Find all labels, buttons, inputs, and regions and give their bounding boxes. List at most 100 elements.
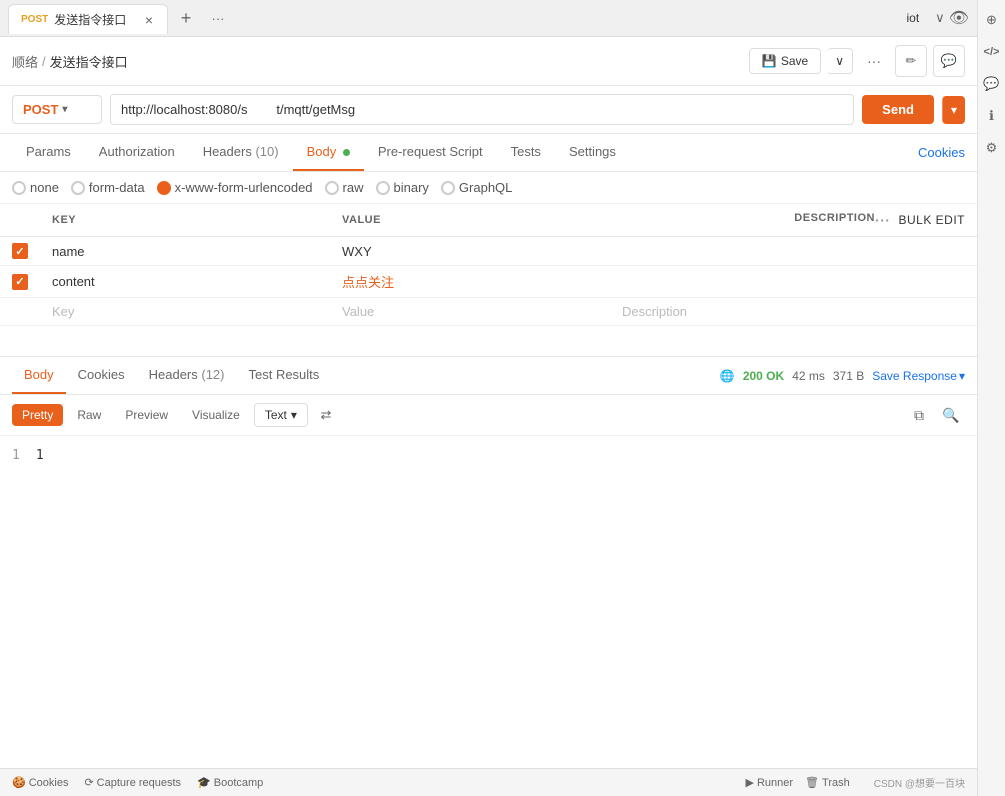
- radio-binary-label: binary: [394, 180, 429, 195]
- send-dropdown-button[interactable]: ▾: [942, 96, 965, 124]
- bootcamp-icon: 🎓: [197, 776, 211, 789]
- response-tab-cookies[interactable]: Cookies: [66, 357, 137, 394]
- response-tab-tests[interactable]: Test Results: [236, 357, 331, 394]
- tab-iot-label[interactable]: iot: [894, 7, 931, 29]
- url-input[interactable]: [110, 94, 854, 125]
- cookies-link[interactable]: Cookies: [918, 145, 965, 160]
- radio-urlencoded-circle: [157, 181, 171, 195]
- row1-desc-cell: [610, 237, 977, 266]
- empty-check-cell: [0, 298, 40, 326]
- save-dropdown-button[interactable]: ∨: [827, 48, 853, 74]
- sidebar-icon-info[interactable]: ℹ: [980, 104, 1004, 128]
- radio-graphql-circle: [441, 181, 455, 195]
- sidebar-icon-new[interactable]: ⊕: [980, 8, 1004, 32]
- radio-graphql[interactable]: GraphQL: [441, 180, 512, 195]
- bulk-edit-button[interactable]: Bulk Edit: [898, 213, 965, 227]
- table-more-icon[interactable]: ···: [875, 212, 891, 228]
- more-button[interactable]: ···: [859, 48, 889, 74]
- response-tab-body[interactable]: Body: [12, 357, 66, 394]
- row2-value[interactable]: 点点关注: [342, 275, 394, 290]
- trash-icon: 🗑: [805, 776, 819, 789]
- format-visualize-button[interactable]: Visualize: [182, 404, 250, 426]
- trash-link[interactable]: 🗑 Trash: [805, 776, 850, 789]
- tab-eye-button[interactable]: 👁: [949, 8, 969, 28]
- empty-table-row: Key Value Description: [0, 298, 977, 326]
- format-raw-label: Raw: [77, 408, 101, 422]
- tab-body[interactable]: Body: [293, 134, 364, 171]
- col-value: VALUE: [330, 204, 610, 237]
- row1-checkbox[interactable]: ✓: [12, 243, 28, 259]
- bottom-bar: 🍪 Cookies ⟳ Capture requests 🎓 Bootcamp …: [0, 768, 977, 796]
- radio-raw[interactable]: raw: [325, 180, 364, 195]
- search-response-button[interactable]: 🔍: [937, 401, 965, 429]
- tab-authorization[interactable]: Authorization: [85, 134, 189, 171]
- radio-binary-circle: [376, 181, 390, 195]
- cookies-label: Cookies: [918, 145, 965, 160]
- comment-button[interactable]: 💬: [933, 45, 965, 77]
- response-tab-tests-label: Test Results: [248, 367, 319, 382]
- tab-settings[interactable]: Settings: [555, 134, 630, 171]
- params-table: KEY VALUE DESCRIPTION ··· Bulk Edit: [0, 204, 977, 326]
- runner-link[interactable]: ▶ Runner: [746, 776, 794, 789]
- line-number-1: 1: [12, 448, 20, 463]
- main-toolbar: 顺络 / 发送指令接口 💾 Save ∨ ··· ✏ 💬: [0, 37, 977, 86]
- response-body: 1 1: [0, 436, 977, 556]
- save-button[interactable]: 💾 Save: [749, 48, 821, 74]
- radio-raw-label: raw: [343, 180, 364, 195]
- tab-body-label: Body: [307, 144, 337, 159]
- empty-key-placeholder[interactable]: Key: [52, 304, 74, 319]
- empty-value-placeholder[interactable]: Value: [342, 304, 374, 319]
- row2-key[interactable]: content: [52, 274, 95, 289]
- capture-requests-link[interactable]: ⟳ Capture requests: [84, 776, 181, 789]
- row2-checkbox[interactable]: ✓: [12, 274, 28, 290]
- response-actions: ⧉ 🔍: [905, 401, 965, 429]
- format-preview-button[interactable]: Preview: [115, 404, 178, 426]
- tab-params[interactable]: Params: [12, 134, 85, 171]
- sidebar-icon-settings[interactable]: ⚙: [980, 136, 1004, 160]
- row1-key[interactable]: name: [52, 244, 85, 259]
- row1-value-cell: WXY: [330, 237, 610, 266]
- watermark: CSDN @想要一百块: [874, 775, 965, 790]
- send-label: Send: [882, 102, 914, 117]
- radio-form-data[interactable]: form-data: [71, 180, 145, 195]
- bootcamp-link[interactable]: 🎓 Bootcamp: [197, 776, 263, 789]
- format-preview-label: Preview: [125, 408, 168, 422]
- tab-prerequest[interactable]: Pre-request Script: [364, 134, 497, 171]
- empty-desc-placeholder[interactable]: Description: [622, 304, 687, 319]
- tab-tests[interactable]: Tests: [497, 134, 555, 171]
- tab-tests-label: Tests: [511, 144, 541, 159]
- save-icon: 💾: [762, 54, 777, 68]
- response-line-1: 1 1: [12, 448, 965, 463]
- tab-close-button[interactable]: ×: [143, 12, 155, 28]
- status-size: 371 B: [833, 369, 864, 383]
- copy-response-button[interactable]: ⧉: [905, 401, 933, 429]
- wrap-icon: ⇄: [320, 407, 331, 423]
- text-format-dropdown[interactable]: Text ▾: [254, 403, 308, 427]
- format-pretty-button[interactable]: Pretty: [12, 404, 63, 426]
- response-tab-cookies-label: Cookies: [78, 367, 125, 382]
- params-table-container: KEY VALUE DESCRIPTION ··· Bulk Edit: [0, 204, 977, 326]
- active-tab[interactable]: POST 发送指令接口 ×: [8, 4, 168, 34]
- wrap-lines-button[interactable]: ⇄: [312, 401, 340, 429]
- format-raw-button[interactable]: Raw: [67, 404, 111, 426]
- search-icon: 🔍: [942, 407, 959, 424]
- new-tab-button[interactable]: +: [172, 4, 200, 32]
- response-tab-headers[interactable]: Headers (12): [137, 357, 237, 394]
- sidebar-icon-code[interactable]: </>: [980, 40, 1004, 64]
- sidebar-icon-comment[interactable]: 💬: [980, 72, 1004, 96]
- cookies-bottom-link[interactable]: 🍪 Cookies: [12, 776, 68, 789]
- tab-dropdown-button[interactable]: ∨: [935, 10, 945, 26]
- radio-urlencoded[interactable]: x-www-form-urlencoded: [157, 180, 313, 195]
- breadcrumb: 顺络 / 发送指令接口: [12, 52, 741, 71]
- status-time: 42 ms: [792, 369, 825, 383]
- send-button[interactable]: Send: [862, 95, 934, 124]
- radio-binary[interactable]: binary: [376, 180, 429, 195]
- radio-none[interactable]: none: [12, 180, 59, 195]
- tab-more-button[interactable]: ···: [204, 4, 232, 32]
- method-select[interactable]: POST ▾: [12, 95, 102, 124]
- save-response-button[interactable]: Save Response ▾: [872, 369, 965, 383]
- edit-button[interactable]: ✏: [895, 45, 927, 77]
- table-row: ✓ content 点点关注: [0, 266, 977, 298]
- row1-value[interactable]: WXY: [342, 244, 372, 259]
- tab-headers[interactable]: Headers (10): [189, 134, 293, 171]
